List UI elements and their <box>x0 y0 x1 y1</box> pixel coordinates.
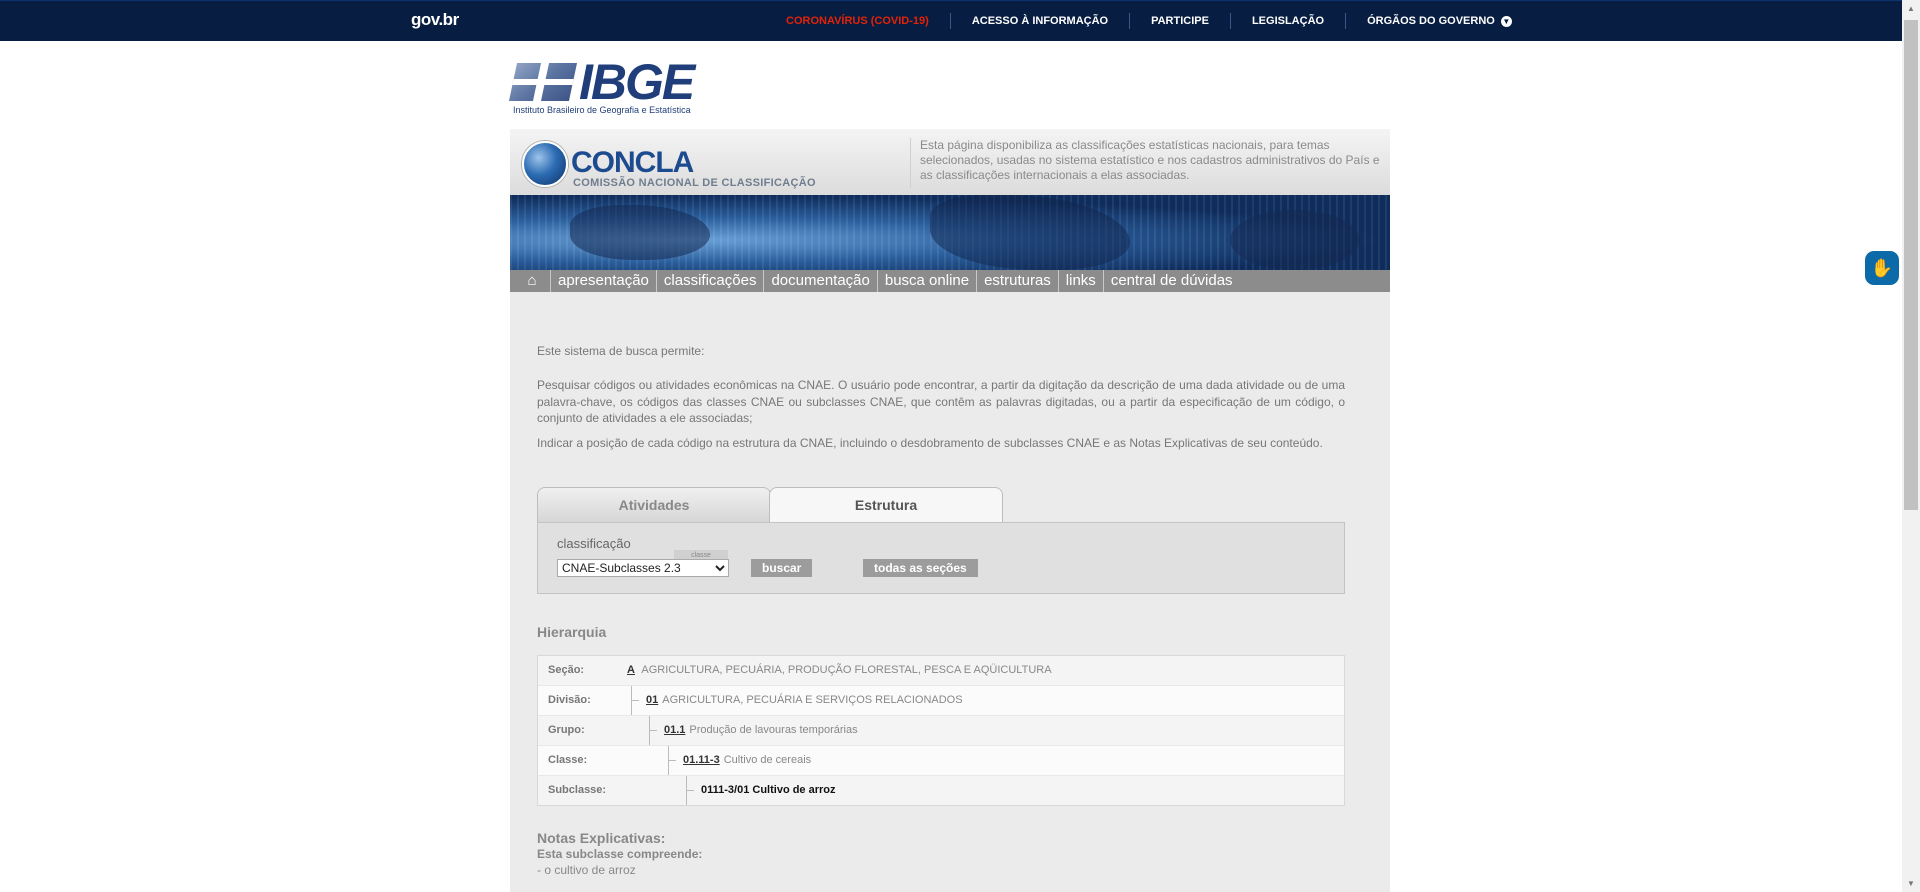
hierarchy-row-subclasse: Subclasse: 0111-3/01 Cultivo de arroz <box>538 776 1344 805</box>
grupo-text: Produção de lavouras temporárias <box>689 724 858 736</box>
concla-subtitle: COMISSÃO NACIONAL DE CLASSIFICAÇÃO <box>573 177 816 189</box>
hierarchy-row-grupo: Grupo: 01.1 Produção de lavouras temporár… <box>538 716 1344 746</box>
link-orgaos-label: ÓRGÃOS DO GOVERNO <box>1367 15 1495 27</box>
nav-links[interactable]: links <box>1059 270 1104 292</box>
intro-p3: Indicar a posição de cada código na estr… <box>537 436 1323 450</box>
divisao-code-link[interactable]: 01 <box>646 694 658 706</box>
tab-atividades[interactable]: Atividades <box>537 487 771 522</box>
grupo-value: 01.1 Produção de lavouras temporárias <box>664 724 858 736</box>
intro-p1: Este sistema de busca permite: <box>537 344 705 358</box>
secao-text: AGRICULTURA, PECUÁRIA, PRODUÇÃO FLORESTA… <box>641 664 1052 676</box>
scrollbar-thumb[interactable] <box>1904 20 1918 510</box>
nav-classificacoes[interactable]: classificações <box>657 270 765 292</box>
classe-code-link[interactable]: 01.11-3 <box>683 754 720 766</box>
classificacao-select[interactable]: CNAE-Subclasses 2.3 <box>557 559 729 577</box>
nav-busca-online[interactable]: busca online <box>878 270 978 292</box>
classe-text: Cultivo de cereais <box>723 754 812 766</box>
secao-code-link[interactable]: A <box>627 664 635 676</box>
govbr-logo[interactable]: gov.br <box>411 10 459 30</box>
notas-subheading: Esta subclasse compreende: <box>537 847 703 861</box>
notas-explicativas-heading: Notas Explicativas: <box>537 830 666 846</box>
grupo-label: Grupo: <box>548 724 585 736</box>
nav-estruturas[interactable]: estruturas <box>977 270 1059 292</box>
hierarchy-row-classe: Classe: 01.11-3 Cultivo de cereais <box>538 746 1344 776</box>
nav-central-duvidas[interactable]: central de dúvidas <box>1104 270 1240 292</box>
secao-label: Seção: <box>548 664 585 676</box>
hierarchy-row-divisao: Divisão: 01 AGRICULTURA, PECUÁRIA E SERVI… <box>538 686 1344 716</box>
vlibras-hands-icon[interactable]: ✋ <box>1865 251 1899 285</box>
govbr-links: CORONAVÍRUS (COVID-19) ACESSO À INFORMAÇ… <box>786 1 1533 41</box>
buscar-button[interactable]: buscar <box>751 559 813 577</box>
classificacao-label: classificação <box>557 536 631 551</box>
link-acesso-informacao[interactable]: ACESSO À INFORMAÇÃO <box>951 13 1131 29</box>
chevron-down-icon: ▼ <box>1500 15 1512 27</box>
ibge-mark-icon <box>508 63 578 101</box>
hierarchy-table: Seção: A AGRICULTURA, PECUÁRIA, PRODUÇÃO… <box>537 655 1345 806</box>
link-legislacao[interactable]: LEGISLAÇÃO <box>1231 13 1347 29</box>
link-participe[interactable]: PARTICIPE <box>1130 13 1231 29</box>
world-map-banner <box>510 195 1390 270</box>
ibge-wordmark: IBGE <box>579 54 695 110</box>
govbr-top-bar: gov.br CORONAVÍRUS (COVID-19) ACESSO À I… <box>0 0 1902 41</box>
tree-tick <box>631 700 639 701</box>
divisao-value: 01 AGRICULTURA, PECUÁRIA E SERVIÇOS RELAC… <box>646 694 963 706</box>
main-nav: ⌂ apresentação classificações documentaç… <box>510 270 1390 292</box>
grupo-code-link[interactable]: 01.1 <box>664 724 685 736</box>
globe-icon <box>522 141 568 187</box>
tree-tick <box>686 790 694 791</box>
secao-value: A AGRICULTURA, PECUÁRIA, PRODUÇÃO FLORES… <box>627 664 1052 676</box>
page-scrollbar[interactable]: ▲ ▼ <box>1902 0 1920 892</box>
banner-decoration <box>930 195 1130 270</box>
hierarchy-row-secao: Seção: A AGRICULTURA, PECUÁRIA, PRODUÇÃO… <box>538 656 1344 686</box>
divisao-text: AGRICULTURA, PECUÁRIA E SERVIÇOS RELACIO… <box>662 694 963 706</box>
intro-p2: Pesquisar códigos ou atividades econômic… <box>537 378 1345 425</box>
todas-secoes-button[interactable]: todas as seções <box>863 559 978 577</box>
banner-decoration <box>570 205 710 260</box>
scroll-down-arrow-icon[interactable]: ▼ <box>1902 875 1920 892</box>
concla-header: CONCLA COMISSÃO NACIONAL DE CLASSIFICAÇÃ… <box>510 129 1390 195</box>
banner-decoration <box>1230 210 1360 270</box>
hierarchy-heading: Hierarquia <box>537 624 607 640</box>
main-container: CONCLA COMISSÃO NACIONAL DE CLASSIFICAÇÃ… <box>510 129 1390 892</box>
concla-title[interactable]: CONCLA <box>571 146 694 180</box>
nav-apresentacao[interactable]: apresentação <box>551 270 657 292</box>
concla-description: Esta página disponibiliza as classificaç… <box>910 138 1390 188</box>
classe-label: Classe: <box>548 754 588 766</box>
ibge-subtitle: Instituto Brasileiro de Geografia e Esta… <box>513 105 691 115</box>
scroll-up-arrow-icon[interactable]: ▲ <box>1902 0 1920 17</box>
subclasse-value: 0111-3/01 Cultivo de arroz <box>701 784 836 796</box>
tree-tick <box>649 730 657 731</box>
notas-item: - o cultivo de arroz <box>537 863 636 877</box>
link-orgaos-governo[interactable]: ÓRGÃOS DO GOVERNO ▼ <box>1346 13 1533 29</box>
classe-value: 01.11-3 Cultivo de cereais <box>683 754 811 766</box>
nav-documentacao[interactable]: documentação <box>764 270 878 292</box>
link-coronavirus[interactable]: CORONAVÍRUS (COVID-19) <box>786 13 951 29</box>
home-icon[interactable]: ⌂ <box>510 270 551 292</box>
tree-tick <box>668 760 676 761</box>
divisao-label: Divisão: <box>548 694 591 706</box>
search-panel: classificação classe CNAE-Subclasses 2.3… <box>537 522 1345 594</box>
subclasse-label: Subclasse: <box>548 784 607 796</box>
tab-estrutura[interactable]: Estrutura <box>769 487 1003 524</box>
